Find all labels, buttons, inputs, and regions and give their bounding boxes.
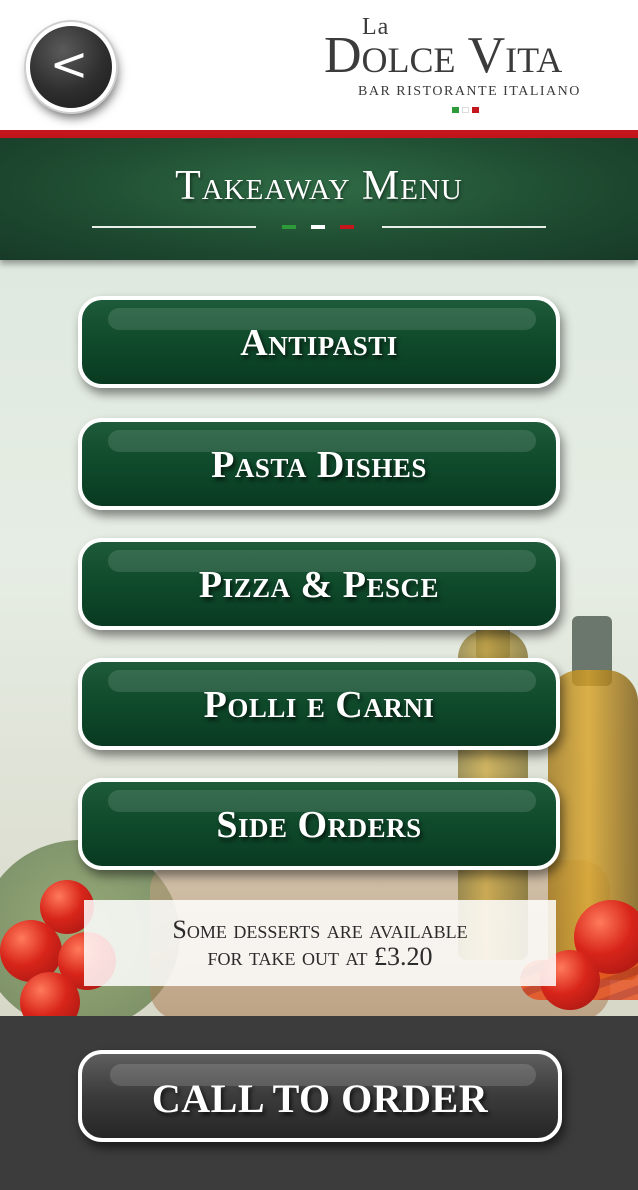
restaurant-logo: La Dolce Vita BAR RISTORANTE ITALIANO xyxy=(322,14,612,118)
white-dash xyxy=(311,225,325,229)
desserts-note-line1: Some desserts are available xyxy=(172,914,468,944)
desserts-note: Some desserts are available for take out… xyxy=(84,900,556,986)
logo-subtitle: BAR RISTORANTE ITALIANO xyxy=(358,84,581,99)
menu-button-pizza-pesce[interactable]: Pizza & Pesce xyxy=(78,538,560,630)
italian-flag-icon xyxy=(452,107,479,113)
menu-button-label: Antipasti xyxy=(240,322,398,364)
menu-button-label: Pizza & Pesce xyxy=(198,564,440,606)
green-dash xyxy=(282,225,296,229)
menu-button-label: Side Orders xyxy=(216,804,422,846)
call-to-order-button[interactable]: CALL TO ORDER xyxy=(78,1050,562,1142)
desserts-note-line2: for take out at £3.20 xyxy=(207,942,433,971)
title-banner: Takeaway Menu xyxy=(0,138,638,260)
back-arrow-icon: < xyxy=(49,37,89,91)
back-button[interactable]: < xyxy=(26,22,116,112)
menu-button-side-orders[interactable]: Side Orders xyxy=(78,778,560,870)
page-title: Takeaway Menu xyxy=(175,163,463,209)
menu-button-label: Polli e Carni xyxy=(203,684,435,726)
menu-button-pasta-dishes[interactable]: Pasta Dishes xyxy=(78,418,560,510)
red-dash xyxy=(340,225,354,229)
menu-button-label: Pasta Dishes xyxy=(211,444,427,486)
logo-name-text: Dolce Vita xyxy=(324,27,563,84)
menu-button-polli-carni[interactable]: Polli e Carni xyxy=(78,658,560,750)
app-header: < La Dolce Vita BAR RISTORANTE ITALIANO xyxy=(0,0,638,130)
call-to-order-label: CALL TO ORDER xyxy=(151,1075,489,1121)
title-rule-right xyxy=(382,226,546,228)
menu-button-antipasti[interactable]: Antipasti xyxy=(78,296,560,388)
title-rule-left xyxy=(92,226,256,228)
header-divider xyxy=(0,130,638,138)
